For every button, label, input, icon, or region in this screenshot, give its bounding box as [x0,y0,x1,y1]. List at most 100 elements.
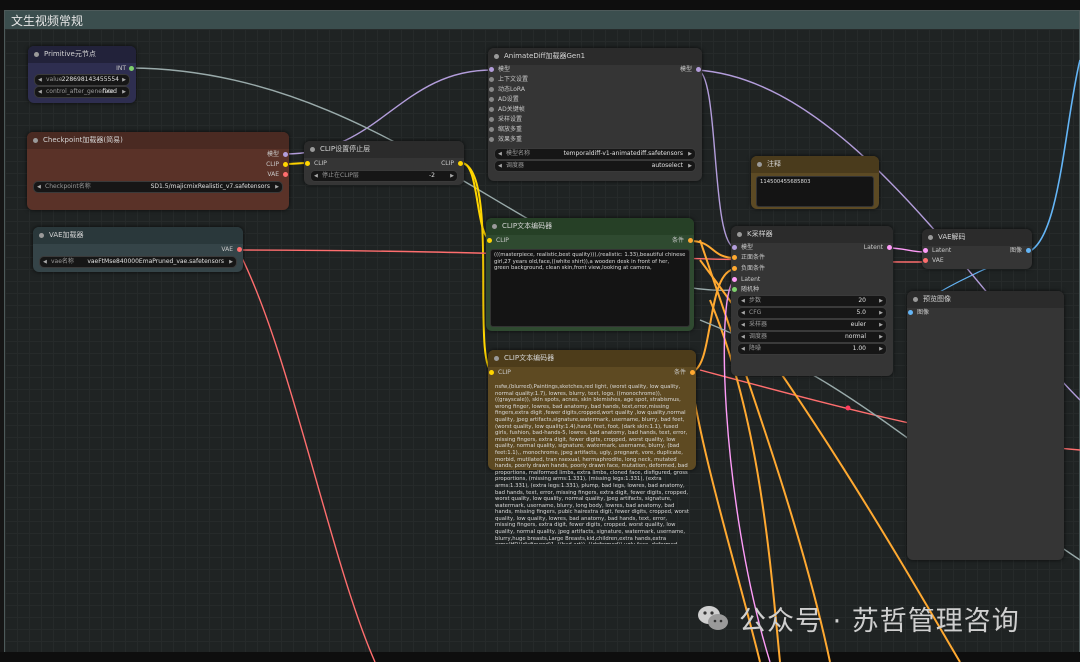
denoise-widget[interactable]: ◀ 降噪 1.00 ▶ [737,343,887,355]
node-title[interactable]: 注释 [751,156,879,173]
clip-text-encode-positive-node[interactable]: CLIP文本编码器 CLIP 条件 (((masterpiece, realis… [486,218,694,331]
input-ad-keyframes[interactable]: AD关键帧 [489,105,525,115]
node-title[interactable]: 预览图像 [907,291,1064,308]
output-dot[interactable] [887,245,892,250]
note-node[interactable]: 注释 114500455685803 [751,156,879,209]
increment-icon[interactable]: ▶ [879,344,883,354]
output-model[interactable]: 模型 [229,150,288,160]
input-dot[interactable] [489,107,494,112]
input-model[interactable]: 模型 [732,243,753,253]
output-dot[interactable] [458,161,463,166]
node-title[interactable]: AnimateDiff加载器Gen1 [488,48,702,65]
input-dot[interactable] [732,266,737,271]
input-dot[interactable] [923,248,928,253]
input-dot[interactable] [487,238,492,243]
node-title[interactable]: CLIP文本编码器 [488,350,696,367]
comfyui-canvas[interactable]: 文生视频常规 Primitive元节点 INT ◀ value 22869814… [0,0,1080,662]
decrement-icon[interactable]: ◀ [741,344,745,354]
output-conditioning[interactable]: 条件 [644,236,693,246]
control-after-generate-widget[interactable]: ◀ control_after_generate fixed ▶ [34,86,130,98]
input-dot[interactable] [732,245,737,250]
input-sample-settings[interactable]: 采样设置 [489,115,522,125]
decrement-icon[interactable]: ◀ [37,182,41,192]
output-latent[interactable]: Latent [833,243,892,253]
decrement-icon[interactable]: ◀ [38,75,42,85]
node-title[interactable]: Primitive元节点 [28,46,136,63]
decrement-icon[interactable]: ◀ [43,257,47,267]
input-dot[interactable] [732,277,737,282]
ksampler-node[interactable]: K采样器 模型 正面条件 负面条件 Latent 随机种 Latent ◀ 步数 [731,226,893,376]
checkpoint-name-widget[interactable]: ◀ Checkpoint名称 SD1.5/majicmixRealistic_v… [33,181,283,193]
input-dot[interactable] [489,77,494,82]
input-clip[interactable]: CLIP [489,368,511,378]
output-dot[interactable] [283,152,288,157]
preview-image-node[interactable]: 预览图像 图像 [907,291,1064,560]
increment-icon[interactable]: ▶ [879,296,883,306]
vae-name-widget[interactable]: ◀ vae名称 vaeFtMse840000EmaPruned_vae.safe… [39,256,237,268]
output-vae[interactable]: VAE [193,245,242,255]
input-negative[interactable]: 负面条件 [732,264,765,274]
clip-stop-layer-node[interactable]: CLIP设置停止层 CLIP CLIP ◀ 停止在CLIP层 -2 ▶ [304,141,464,185]
input-dot[interactable] [305,161,310,166]
decrement-icon[interactable]: ◀ [741,320,745,330]
input-latent[interactable]: Latent [923,246,951,256]
primitive-node[interactable]: Primitive元节点 INT ◀ value 228698143455554… [28,46,136,103]
output-dot[interactable] [688,238,693,243]
increment-icon[interactable]: ▶ [229,257,233,267]
node-title[interactable]: CLIP设置停止层 [304,141,464,158]
input-dot[interactable] [489,67,494,72]
output-conditioning[interactable]: 条件 [646,368,695,378]
input-effect-multival[interactable]: 效果多重 [489,135,522,145]
steps-widget[interactable]: ◀ 步数 20 ▶ [737,295,887,307]
beta-schedule-widget[interactable]: ◀ 调度器 autoselect ▶ [494,160,696,172]
input-dot[interactable] [923,258,928,263]
increment-icon[interactable]: ▶ [879,332,883,342]
value-widget[interactable]: ◀ value 228698143455554 ▶ [34,74,130,86]
vae-loader-node[interactable]: VAE加载器 VAE ◀ vae名称 vaeFtMse840000EmaPrun… [33,227,243,272]
node-title[interactable]: Checkpoint加载器(简易) [27,132,289,149]
increment-icon[interactable]: ▶ [122,87,126,97]
input-scale-multival[interactable]: 缩放多重 [489,125,522,135]
input-positive[interactable]: 正面条件 [732,253,765,263]
output-dot[interactable] [129,66,134,71]
output-dot[interactable] [237,247,242,252]
output-clip[interactable]: CLIP [414,159,463,169]
decrement-icon[interactable]: ◀ [741,332,745,342]
input-seed[interactable]: 随机种 [732,285,759,295]
node-title[interactable]: CLIP文本编码器 [486,218,694,235]
increment-icon[interactable]: ▶ [122,75,126,85]
decrement-icon[interactable]: ◀ [498,149,502,159]
checkpoint-loader-node[interactable]: Checkpoint加载器(简易) 模型 CLIP VAE ◀ Checkpoi… [27,132,289,210]
output-model[interactable]: 模型 [652,65,701,75]
output-dot[interactable] [283,172,288,177]
sampler-widget[interactable]: ◀ 采样器 euler ▶ [737,319,887,331]
input-dot[interactable] [489,127,494,132]
decrement-icon[interactable]: ◀ [741,308,745,318]
increment-icon[interactable]: ▶ [879,308,883,318]
input-image[interactable]: 图像 [908,308,929,318]
increment-icon[interactable]: ▶ [879,320,883,330]
increment-icon[interactable]: ▶ [450,171,454,181]
input-ad-settings[interactable]: AD设置 [489,95,519,105]
note-text[interactable]: 114500455685803 [756,176,874,207]
increment-icon[interactable]: ▶ [688,161,692,171]
vae-decode-node[interactable]: VAE解码 Latent VAE 图像 [922,229,1032,269]
decrement-icon[interactable]: ◀ [38,87,42,97]
input-dot[interactable] [489,87,494,92]
output-int[interactable]: INT [66,64,134,74]
group-title-bar[interactable]: 文生视频常规 [5,11,1079,29]
output-dot[interactable] [283,162,288,167]
output-dot[interactable] [696,67,701,72]
stop-layer-widget[interactable]: ◀ 停止在CLIP层 -2 ▶ [310,170,458,182]
input-dot[interactable] [908,310,913,315]
decrement-icon[interactable]: ◀ [314,171,318,181]
input-context-settings[interactable]: 上下文设置 [489,75,528,85]
input-dot[interactable] [489,370,494,375]
input-motion-lora[interactable]: 动态LoRA [489,85,525,95]
input-dot[interactable] [732,287,737,292]
input-dot[interactable] [732,255,737,260]
input-clip[interactable]: CLIP [487,236,509,246]
scheduler-widget[interactable]: ◀ 调度器 normal ▶ [737,331,887,343]
input-dot[interactable] [489,117,494,122]
prompt-textarea[interactable]: (((masterpiece, realistic,best quality))… [490,249,690,327]
